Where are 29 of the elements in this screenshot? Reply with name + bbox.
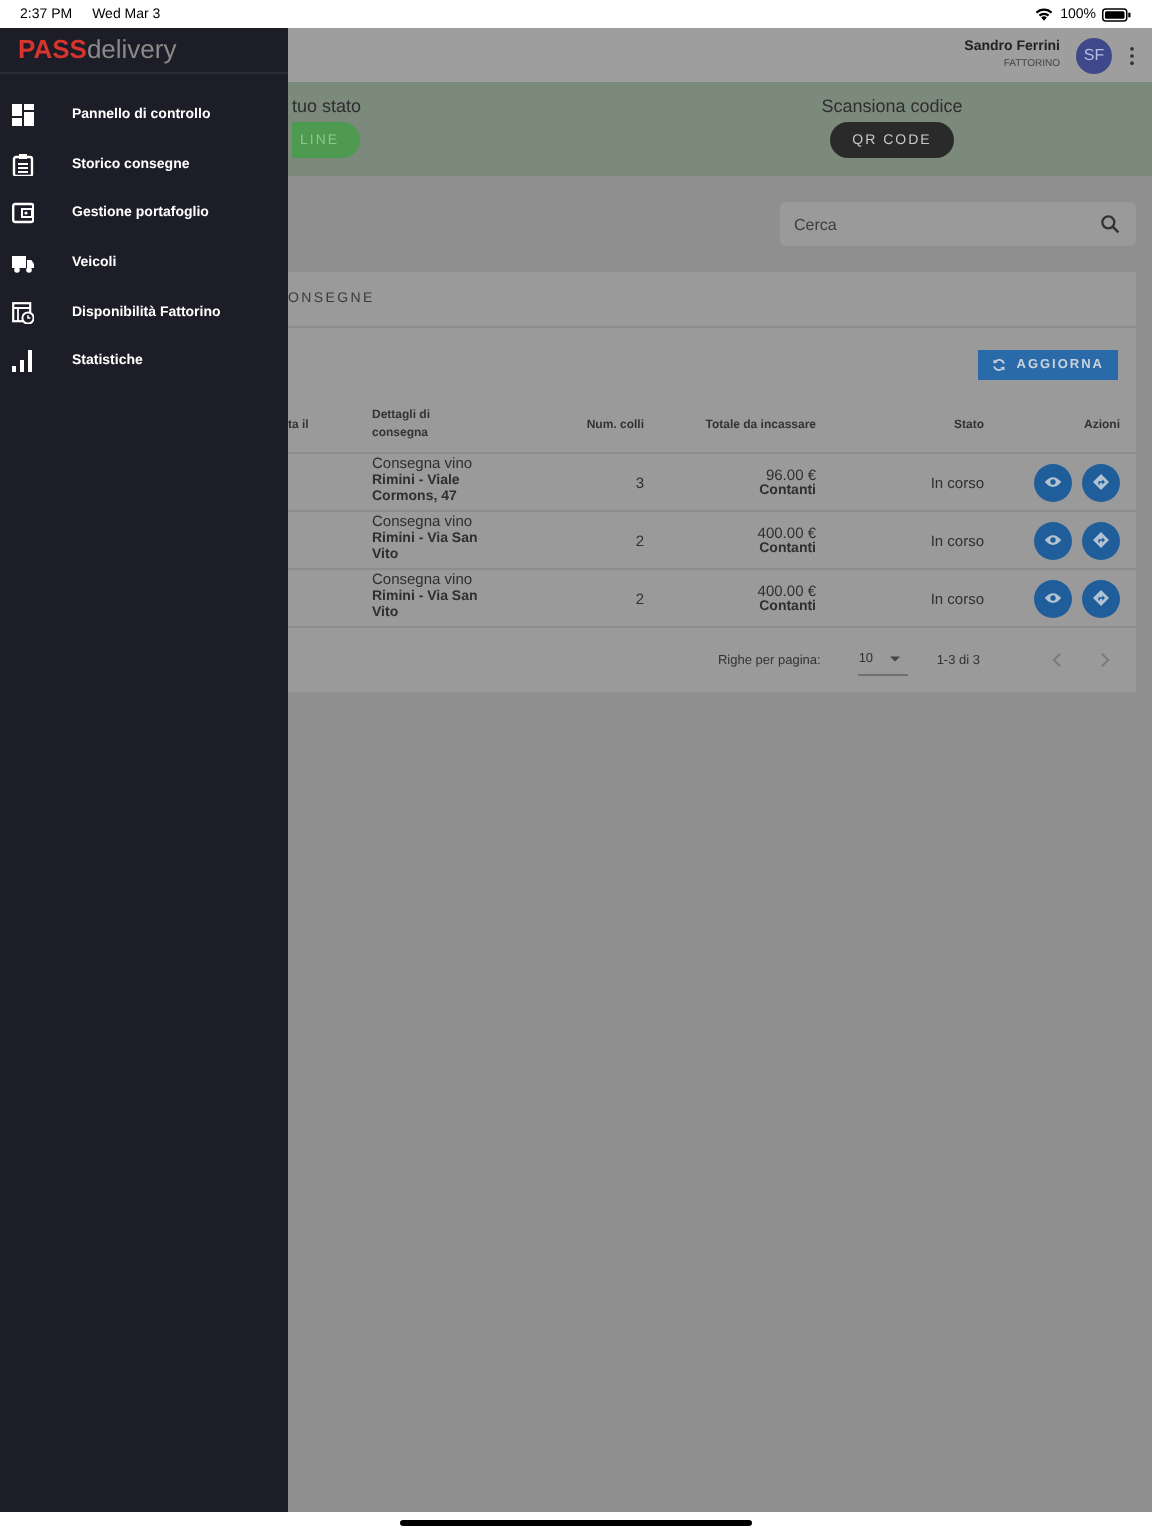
view-button[interactable] <box>1034 521 1072 559</box>
eye-icon <box>1044 474 1062 490</box>
logo: PASSdelivery <box>0 28 288 74</box>
eye-icon <box>1044 590 1062 606</box>
directions-icon <box>1092 532 1110 548</box>
status-label: tuo stato <box>292 96 362 116</box>
clipboard-icon <box>12 153 34 176</box>
directions-button[interactable] <box>1082 463 1120 501</box>
wallet-icon <box>12 202 34 225</box>
refresh-icon <box>992 358 1007 372</box>
user-avatar[interactable]: SF <box>1076 37 1112 73</box>
bar-chart-icon <box>12 350 34 373</box>
search-icon[interactable] <box>1100 214 1120 234</box>
wifi-icon <box>1034 6 1055 22</box>
truck-icon <box>12 251 34 274</box>
directions-icon <box>1092 590 1110 606</box>
battery-icon <box>1102 7 1132 21</box>
view-button[interactable] <box>1034 463 1072 501</box>
more-menu-icon[interactable] <box>1128 45 1136 65</box>
search-field[interactable]: Cerca <box>780 202 1136 246</box>
caret-icon <box>889 656 900 662</box>
calendar-clock-icon <box>12 301 34 324</box>
eye-icon <box>1044 532 1062 548</box>
dashboard-icon <box>12 103 34 126</box>
directions-button[interactable] <box>1082 579 1120 617</box>
view-button[interactable] <box>1034 579 1072 617</box>
directions-icon <box>1092 474 1110 490</box>
scan-label: Scansiona codice <box>821 96 963 116</box>
directions-button[interactable] <box>1082 521 1120 559</box>
